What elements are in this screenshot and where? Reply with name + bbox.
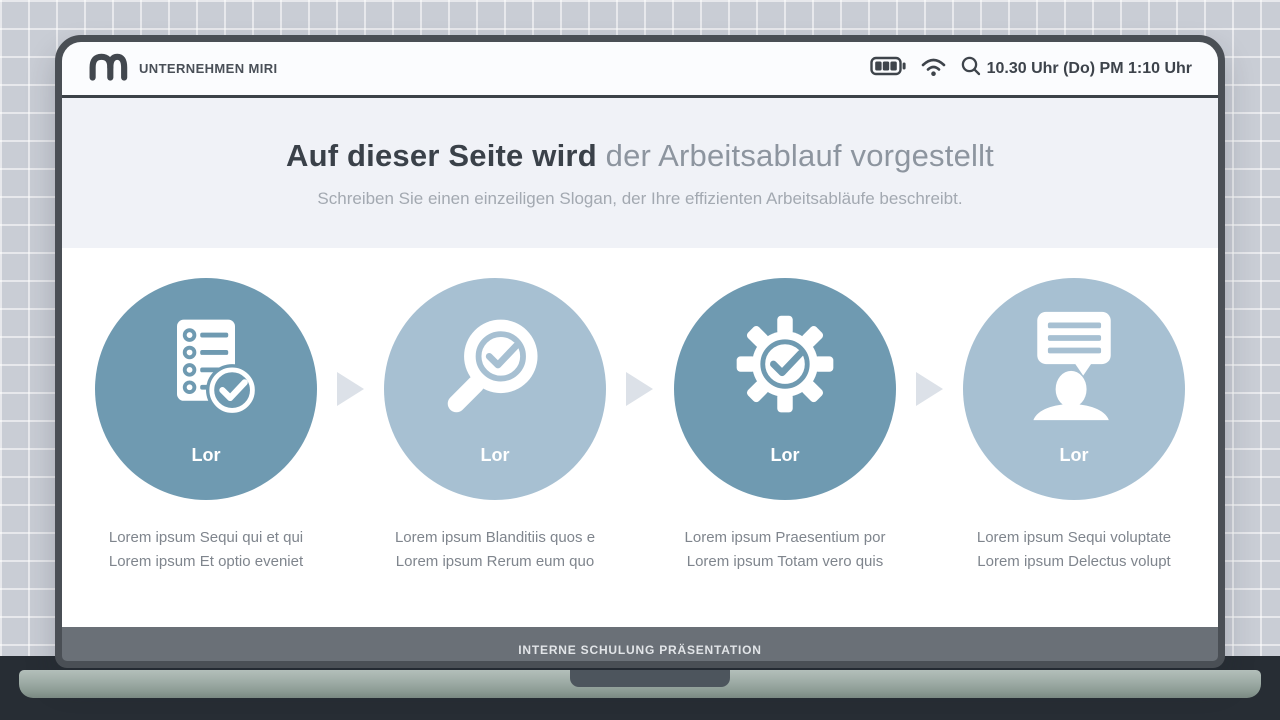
arrow-right-icon (337, 372, 364, 406)
brand-name: UNTERNEHMEN MIRI (139, 61, 278, 76)
step-caption-1: Lorem ipsum Sequi qui et qui Lorem ipsum… (62, 526, 356, 574)
magnifier-check-icon (447, 319, 538, 413)
arrow-right-icon (916, 372, 943, 406)
wifi-icon (920, 56, 947, 82)
search-icon (960, 55, 982, 82)
laptop-screen: UNTERNEHMEN MIRI 10.30 Uhr (Do) PM 1:10 … (55, 35, 1225, 668)
page-subtitle: Schreiben Sie einen einzeiligen Slogan, … (317, 188, 963, 208)
caption-line: Lorem ipsum Sequi qui et qui (108, 529, 304, 546)
workflow-step-3-circle: Lor (674, 278, 896, 500)
caption-line: Lorem ipsum Totam vero quis (686, 553, 884, 570)
slide-header: Auf dieser Seite wird der Arbeitsablauf … (62, 98, 1218, 248)
status-bar: UNTERNEHMEN MIRI 10.30 Uhr (Do) PM 1:10 … (62, 42, 1218, 95)
step-label: Lor (480, 445, 510, 465)
caption-line: Lorem ipsum Sequi voluptate (976, 529, 1172, 546)
page-title-bold: Auf dieser Seite wird (285, 137, 597, 173)
page-title: Auf dieser Seite wird der Arbeitsablauf … (286, 138, 994, 174)
slide-footer: INTERNE SCHULUNG PRÄSENTATION (62, 627, 1218, 661)
caption-line: Lorem ipsum Et optio eveniet (108, 553, 304, 570)
company-logo-icon (88, 50, 128, 87)
gear-check-icon (736, 315, 834, 413)
step-label: Lor (191, 445, 221, 465)
page-title-light: der Arbeitsablauf vorgestellt (596, 137, 994, 173)
step-caption-4: Lorem ipsum Sequi voluptate Lorem ipsum … (924, 526, 1218, 574)
workflow-area: Lor Lor Lor Lor Lorem ipsum Sequi qui et… (62, 248, 1218, 627)
workflow-step-4-circle: Lor (963, 278, 1185, 500)
workflow-step-2-circle: Lor (384, 278, 606, 500)
caption-line: Lorem ipsum Delectus volupt (977, 553, 1171, 570)
caption-line: Lorem ipsum Rerum eum quo (395, 553, 595, 570)
caption-line: Lorem ipsum Praesentium por (684, 529, 886, 546)
step-caption-2: Lorem ipsum Blanditiis quos e Lorem ipsu… (345, 526, 645, 574)
step-label: Lor (1059, 445, 1089, 465)
clock-text: 10.30 Uhr (Do) PM 1:10 Uhr (986, 59, 1192, 77)
brand: UNTERNEHMEN MIRI (88, 50, 278, 87)
person-chat-icon (1033, 311, 1111, 421)
step-label: Lor (770, 445, 800, 465)
status-indicators: 10.30 Uhr (Do) PM 1:10 Uhr (869, 55, 1192, 82)
laptop-base-notch (570, 670, 730, 687)
footer-label: INTERNE SCHULUNG PRÄSENTATION (518, 642, 762, 657)
workflow-step-1-circle: Lor (95, 278, 317, 500)
arrow-right-icon (626, 372, 653, 406)
caption-line: Lorem ipsum Blanditiis quos e (394, 529, 596, 546)
battery-icon (869, 55, 907, 82)
step-caption-3: Lorem ipsum Praesentium por Lorem ipsum … (635, 526, 935, 574)
checklist-check-icon (177, 319, 259, 417)
